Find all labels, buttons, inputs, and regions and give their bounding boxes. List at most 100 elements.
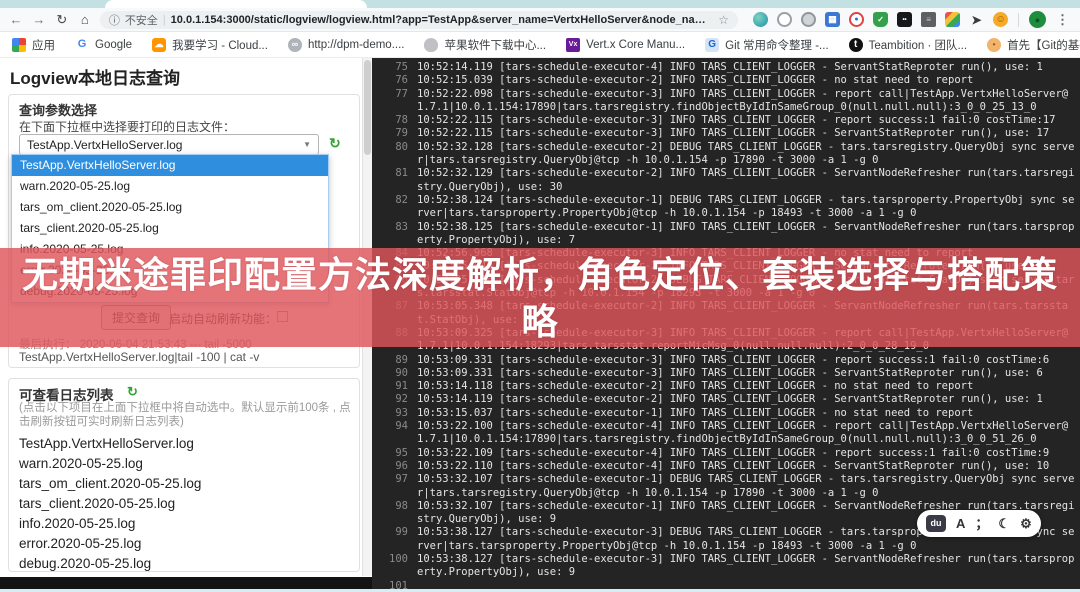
- line-text: 10:53:38.127 [tars-schedule-executor-3] …: [417, 553, 1080, 580]
- bookmark-label: Git 常用命令整理 -...: [725, 37, 829, 53]
- bookmark-item[interactable]: t Teambition · 团队...: [849, 37, 967, 53]
- line-number: 83: [382, 221, 408, 248]
- floating-toolbar-icon[interactable]: ⚙: [1020, 517, 1032, 530]
- bookmark-label: 首先【Git的基础】...: [1007, 37, 1080, 53]
- log-file-link[interactable]: tars_om_client.2020-05-25.log: [19, 474, 349, 494]
- bookmark-star-icon[interactable]: ☆: [718, 13, 729, 27]
- log-file-link[interactable]: error.2020-05-25.log: [19, 534, 349, 554]
- line-number: 80: [382, 141, 408, 168]
- line-text: 10:53:22.109 [tars-schedule-executor-4] …: [417, 447, 1080, 460]
- log-line: 76 10:52:15.039 [tars-schedule-executor-…: [382, 74, 1080, 87]
- log-line: 78 10:52:22.115 [tars-schedule-executor-…: [382, 114, 1080, 127]
- profile-avatar[interactable]: ●: [1029, 11, 1046, 28]
- bookmark-label: Vert.x Core Manu...: [586, 39, 685, 51]
- bookmark-favicon: Vx: [566, 38, 580, 52]
- line-number: 90: [382, 367, 408, 380]
- browser-window: ← → ↻ ⌂ ⓘ 不安全 | 10.0.1.154:3000/static/l…: [0, 0, 1080, 592]
- log-file-link[interactable]: debug.2020-05-25.log: [19, 554, 349, 574]
- query-section-title: 查询参数选择: [19, 100, 97, 119]
- extension-icon[interactable]: ●: [849, 12, 864, 27]
- dropdown-option[interactable]: tars_om_client.2020-05-25.log: [12, 197, 328, 218]
- bookmark-label: Teambition · 团队...: [869, 37, 967, 53]
- overlay-title: 无期迷途罪印配置方法深度解析，角色定位、套装选择与搭配策略: [0, 251, 1080, 345]
- url-bar[interactable]: ⓘ 不安全 | 10.0.1.154:3000/static/logview/l…: [100, 11, 738, 29]
- extension-icon[interactable]: ☺: [993, 12, 1008, 27]
- line-text: 10:52:22.098 [tars-schedule-executor-3] …: [417, 88, 1080, 115]
- floating-toolbar-icon[interactable]: ；: [975, 517, 988, 530]
- line-text: 10:52:15.039 [tars-schedule-executor-2] …: [417, 74, 1080, 87]
- log-line: 100 10:53:38.127 [tars-schedule-executor…: [382, 553, 1080, 580]
- line-number: 89: [382, 354, 408, 367]
- dropdown-option[interactable]: tars_client.2020-05-25.log: [12, 218, 328, 239]
- bookmark-label: http://dpm-demo....: [308, 39, 405, 51]
- bookmark-list: 应用 G Google ☁ 我要学习 - Cloud... ∞ http://d…: [12, 37, 1080, 53]
- home-icon[interactable]: ⌂: [77, 13, 93, 26]
- bookmark-item[interactable]: • 首先【Git的基础】...: [987, 37, 1080, 53]
- bookmark-item[interactable]: G Google: [75, 38, 132, 52]
- extension-icon[interactable]: ✓: [873, 12, 888, 27]
- file-list-note: (点击以下项目在上面下拉框中将自动选中。默认显示前100条 , 点击刷新按钮可实…: [19, 401, 351, 429]
- extension-icon[interactable]: [801, 12, 816, 27]
- reload-icon[interactable]: ↻: [54, 13, 70, 26]
- line-text: 10:53:09.331 [tars-schedule-executor-3] …: [417, 354, 1080, 367]
- logfile-select[interactable]: TestApp.VertxHelloServer.log ▼: [19, 134, 319, 155]
- extension-icon[interactable]: [753, 12, 768, 27]
- extension-icon[interactable]: ••: [897, 12, 912, 27]
- bookmarks-bar: 应用 G Google ☁ 我要学习 - Cloud... ∞ http://d…: [0, 32, 1080, 58]
- bookmark-item[interactable]: 苹果软件下载中心...: [424, 37, 546, 53]
- log-file-link[interactable]: tars_client.2020-05-25.log: [19, 494, 349, 514]
- command-text: TestApp.VertxHelloServer.log|tail -100 |…: [19, 350, 259, 364]
- bookmark-favicon: •: [987, 38, 1001, 52]
- url-text[interactable]: 10.0.1.154:3000/static/logview/logview.h…: [171, 14, 714, 26]
- bookmark-label: 苹果软件下载中心...: [444, 37, 546, 53]
- back-icon[interactable]: ←: [8, 13, 24, 26]
- dropdown-option[interactable]: TestApp.VertxHelloServer.log: [12, 155, 328, 176]
- bookmark-favicon: ∞: [288, 38, 302, 52]
- log-line: 90 10:53:09.331 [tars-schedule-executor-…: [382, 367, 1080, 380]
- refresh-icon[interactable]: ↻: [329, 135, 341, 152]
- extension-icon[interactable]: ≡: [921, 12, 936, 27]
- bookmark-item[interactable]: Vx Vert.x Core Manu...: [566, 38, 685, 52]
- line-number: 77: [382, 88, 408, 115]
- line-number: 75: [382, 61, 408, 74]
- line-text: 10:52:22.115 [tars-schedule-executor-3] …: [417, 127, 1080, 140]
- forward-icon[interactable]: →: [31, 13, 47, 26]
- log-file-link[interactable]: TestApp.VertxHelloServer.log: [19, 434, 349, 454]
- security-label: 不安全: [125, 12, 158, 28]
- extension-icon[interactable]: [945, 12, 960, 27]
- browser-menu-icon[interactable]: ⋮: [1053, 12, 1072, 28]
- bookmark-item[interactable]: G Git 常用命令整理 -...: [705, 37, 829, 53]
- line-number: 97: [382, 473, 408, 500]
- bookmark-label: 应用: [32, 37, 55, 53]
- page-title: Logview本地日志查询: [10, 64, 180, 89]
- line-text: 10:52:38.124 [tars-schedule-executor-1] …: [417, 194, 1080, 221]
- file-list-refresh-icon[interactable]: ↻: [127, 384, 138, 400]
- extension-icon[interactable]: [777, 12, 792, 27]
- active-tab[interactable]: [105, 0, 367, 8]
- info-icon[interactable]: ⓘ: [109, 12, 120, 28]
- overlay-banner: 无期迷途罪印配置方法深度解析，角色定位、套装选择与搭配策略: [0, 248, 1080, 347]
- extension-icon[interactable]: ▦: [825, 12, 840, 27]
- line-number: 81: [382, 167, 408, 194]
- select-label: 在下面下拉框中选择要打印的日志文件：: [19, 118, 235, 135]
- dropdown-option[interactable]: warn.2020-05-25.log: [12, 176, 328, 197]
- url-divider: |: [163, 14, 166, 26]
- scrollbar-thumb[interactable]: [364, 60, 371, 155]
- log-file-link[interactable]: warn.2020-05-25.log: [19, 454, 349, 474]
- bookmark-favicon: t: [849, 38, 863, 52]
- tab-strip: [0, 0, 1080, 8]
- bookmark-label: 我要学习 - Cloud...: [172, 37, 268, 53]
- line-text: 10:53:22.100 [tars-schedule-executor-4] …: [417, 420, 1080, 447]
- line-text: 10:52:32.129 [tars-schedule-executor-2] …: [417, 167, 1080, 194]
- floating-toolbar-icon[interactable]: A: [956, 517, 965, 530]
- floating-toolbar-icon[interactable]: du: [926, 515, 946, 532]
- log-line: 93 10:53:15.037 [tars-schedule-executor-…: [382, 407, 1080, 420]
- log-file-link[interactable]: info.2020-05-25.log: [19, 514, 349, 534]
- bookmark-item[interactable]: 应用: [12, 37, 55, 53]
- log-line: 80 10:52:32.128 [tars-schedule-executor-…: [382, 141, 1080, 168]
- bookmark-item[interactable]: ∞ http://dpm-demo....: [288, 38, 405, 52]
- bookmark-item[interactable]: ☁ 我要学习 - Cloud...: [152, 37, 268, 53]
- bookmark-label: Google: [95, 39, 132, 51]
- floating-toolbar-icon[interactable]: ☾: [998, 517, 1010, 530]
- extension-icon[interactable]: ➤: [969, 12, 984, 27]
